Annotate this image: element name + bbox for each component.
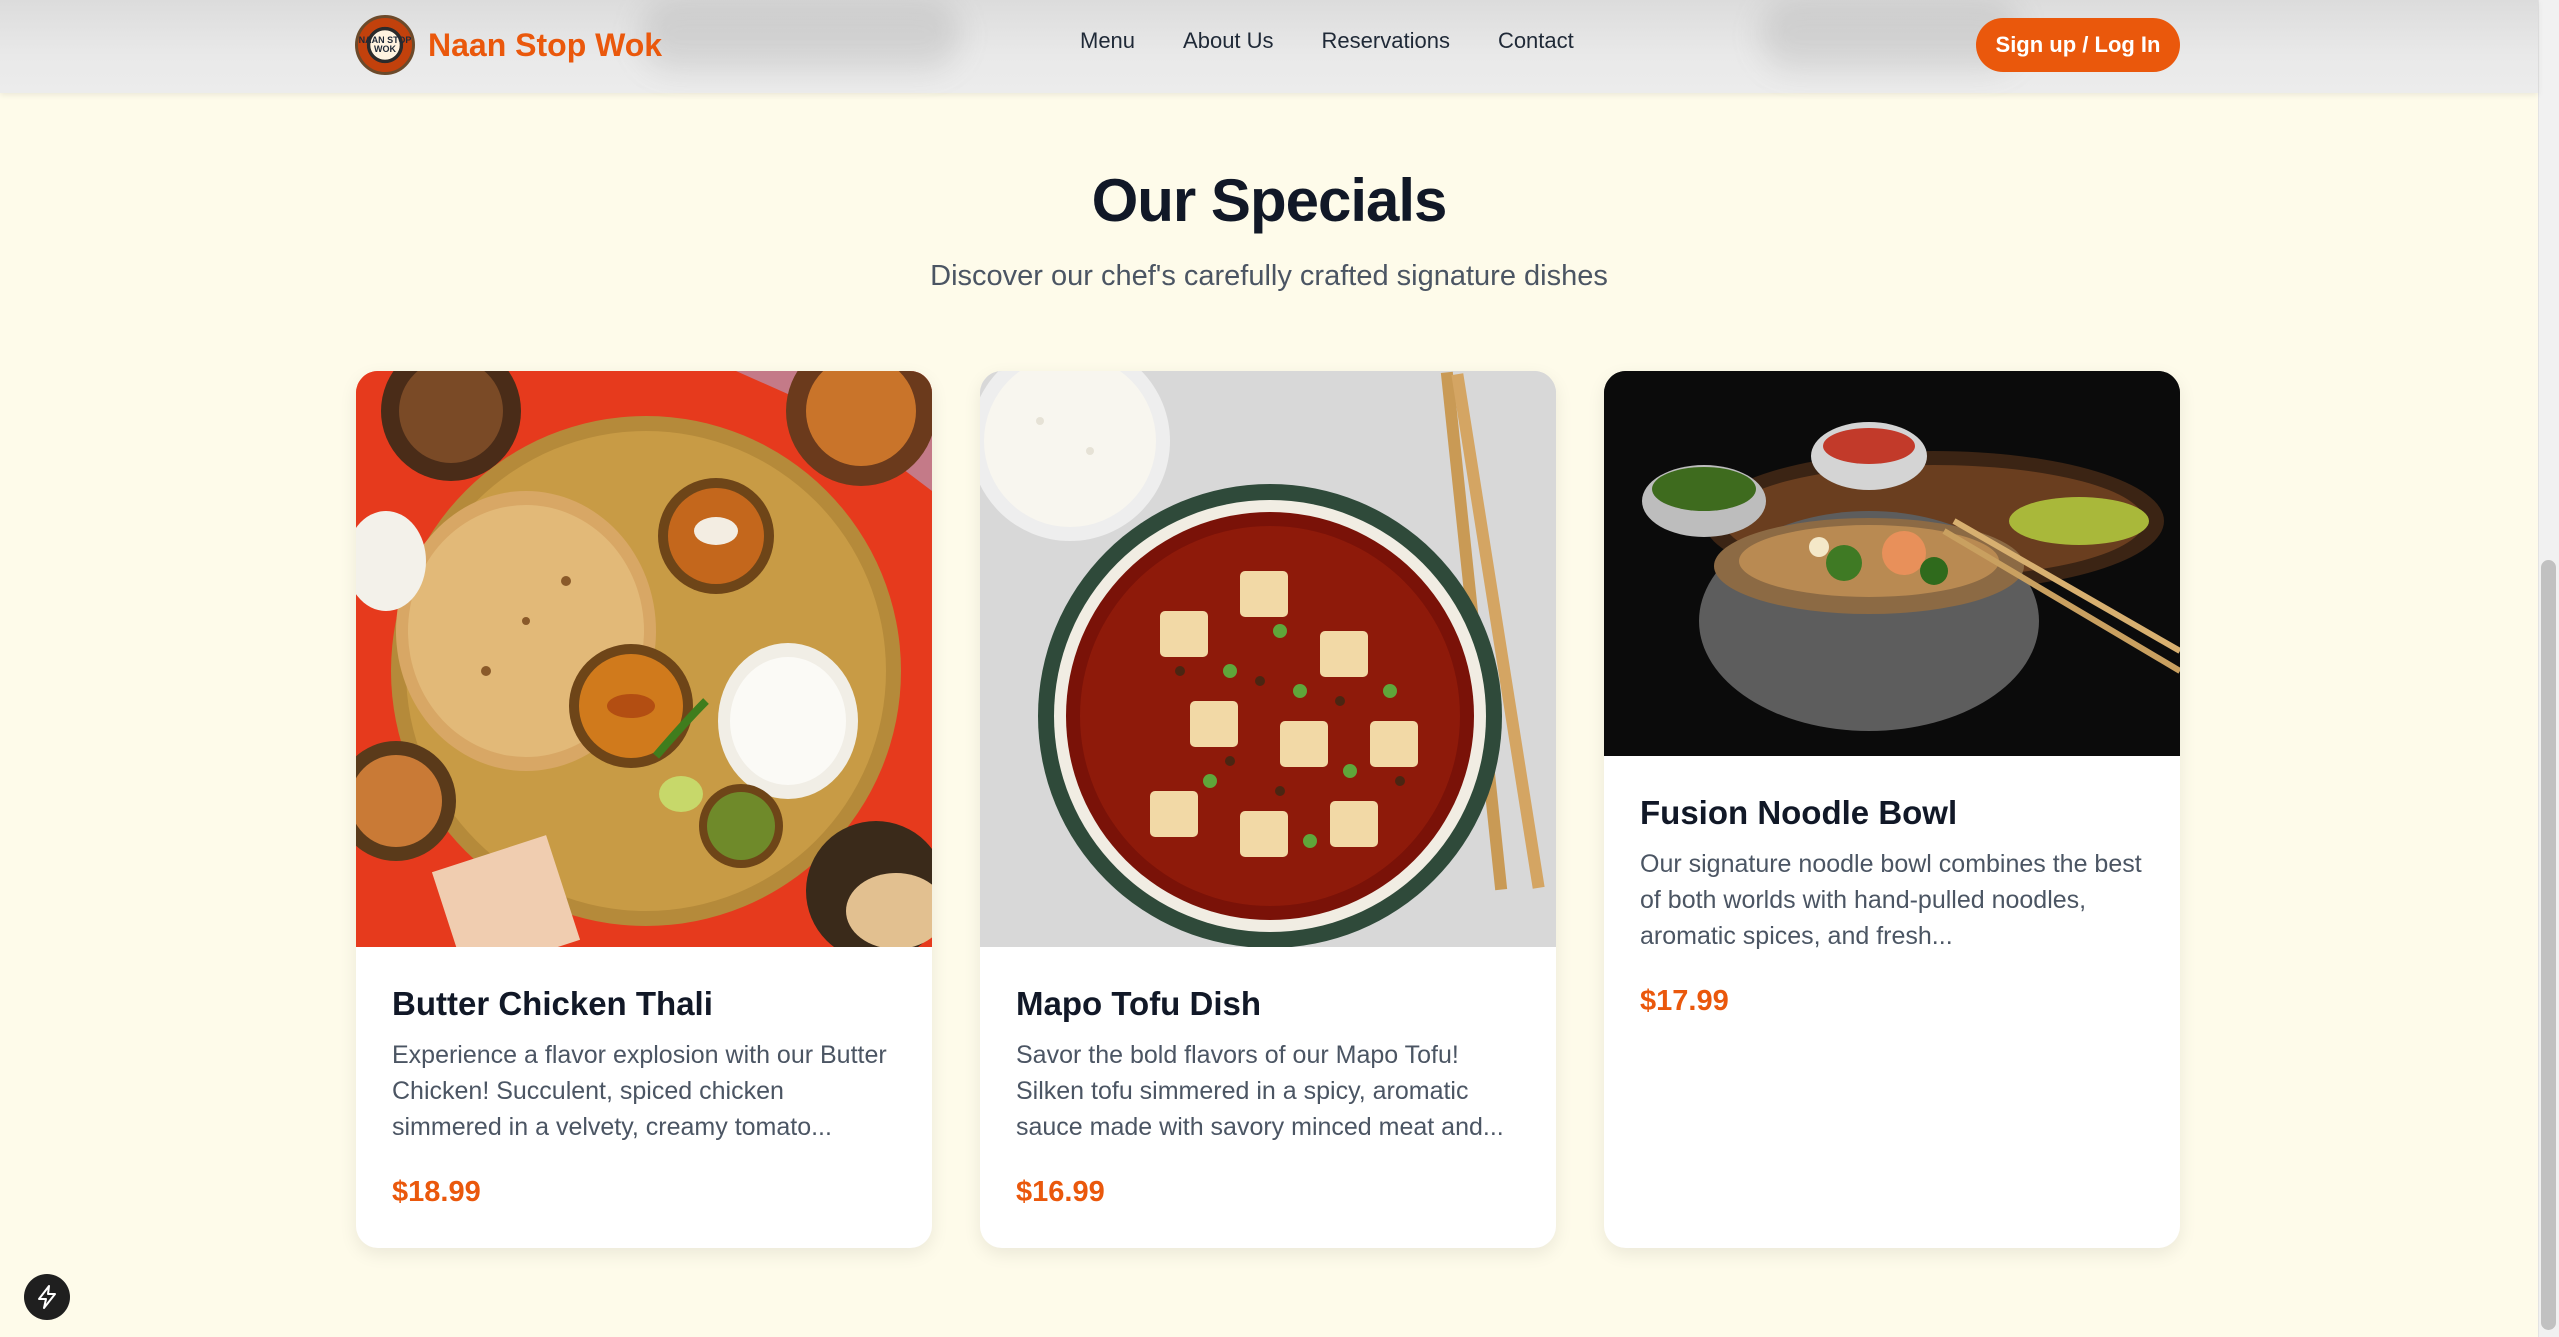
nav-link-menu[interactable]: Menu: [1080, 28, 1135, 54]
card-body: Fusion Noodle Bowl Our signature noodle …: [1604, 794, 2180, 1018]
restaurant-logo: NAAN STOP WOK: [355, 15, 415, 75]
page-scrollbar[interactable]: [2538, 0, 2559, 1337]
dish-price: $18.99: [392, 1176, 481, 1208]
mapo-tofu-illustration: [980, 371, 1556, 947]
card-body: Mapo Tofu Dish Savor the bold flavors of…: [980, 985, 1556, 1209]
dish-name: Butter Chicken Thali: [392, 985, 713, 1022]
fusion-noodle-bowl-photo: [1604, 371, 2180, 756]
dish-price: $16.99: [1016, 1176, 1105, 1208]
signup-login-button[interactable]: Sign up / Log In: [1976, 18, 2180, 72]
dish-description: Savor the bold flavors of our Mapo Tofu!…: [1016, 1041, 1504, 1141]
lightning-bolt-icon: [38, 1285, 56, 1309]
top-navbar: NAAN STOP WOK Naan Stop Wok Menu About U…: [0, 0, 2538, 93]
section-title: Our Specials: [1091, 167, 1448, 234]
section-subtitle: Discover our chef's carefully crafted si…: [930, 260, 1608, 292]
logo-text: NAAN STOP WOK: [358, 35, 412, 54]
dev-tools-fab[interactable]: [24, 1274, 70, 1320]
dish-description: Experience a flavor explosion with our B…: [392, 1041, 887, 1141]
brand-link[interactable]: NAAN STOP WOK Naan Stop Wok: [355, 14, 662, 76]
special-card-mapo-tofu[interactable]: Mapo Tofu Dish Savor the bold flavors of…: [980, 371, 1556, 1248]
main-nav: Menu About Us Reservations Contact: [1080, 28, 1622, 54]
special-card-butter-chicken-thali[interactable]: Butter Chicken Thali Experience a flavor…: [356, 371, 932, 1248]
header-backdrop-blur: [640, 0, 960, 70]
thali-illustration: [356, 371, 932, 947]
dish-description: Our signature noodle bowl combines the b…: [1640, 850, 2142, 950]
scrollbar-thumb[interactable]: [2541, 560, 2556, 1330]
special-card-fusion-noodle-bowl[interactable]: Fusion Noodle Bowl Our signature noodle …: [1604, 371, 2180, 1248]
dish-price: $17.99: [1640, 985, 1729, 1017]
brand-name: Naan Stop Wok: [428, 26, 663, 63]
noodle-bowl-illustration: [1604, 371, 2180, 756]
nav-link-about-us[interactable]: About Us: [1183, 28, 1274, 54]
nav-link-reservations[interactable]: Reservations: [1322, 28, 1450, 54]
nav-link-contact[interactable]: Contact: [1498, 28, 1574, 54]
dish-name: Fusion Noodle Bowl: [1640, 794, 1958, 831]
mapo-tofu-photo: [980, 371, 1556, 947]
card-body: Butter Chicken Thali Experience a flavor…: [356, 985, 932, 1209]
butter-chicken-thali-photo: [356, 371, 932, 947]
dish-name: Mapo Tofu Dish: [1016, 985, 1262, 1022]
